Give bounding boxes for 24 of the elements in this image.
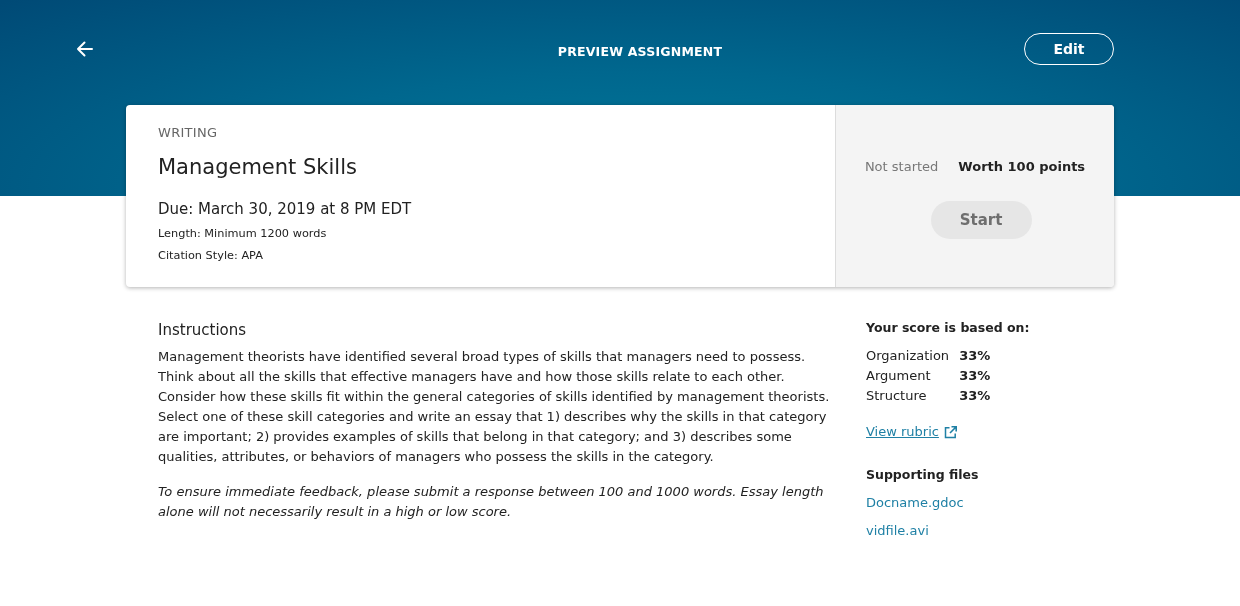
external-link-icon <box>943 425 957 439</box>
instructions-text: Management theorists have identified several broad types of skills that managers need to possess. Think about all the skills that effective managers have and how those skills relate to each other. Consider how these skills fit within the general categories of skills identified by management theorists. Select one of these skill categories and write an essay that 1) describes why the skills in that category are important; 2) provides examples of skills that belong in that category; and 3) describes some qualities, attributes, or behaviors of managers who possess the skills in the category. <box>158 348 830 466</box>
points-text: Worth 100 points <box>958 158 1086 176</box>
instructions-note: To ensure immediate feedback, please submit a response between 100 and 1000 words. Essay length alone will not necessarily result in a high or low score. <box>158 483 825 521</box>
due-date: Due: March 30, 2019 at 8 PM EDT <box>158 199 413 220</box>
criterion-name: Organization <box>866 347 950 365</box>
file-link[interactable]: vidfile.avi <box>866 517 1114 545</box>
file-link[interactable]: Docname.gdoc <box>866 489 1114 517</box>
assignment-detail: Citation Style: APA <box>158 248 264 264</box>
criterion-weight: 33% <box>959 347 991 365</box>
assignment-title: Management Skills <box>158 154 358 181</box>
status-text: Not started <box>864 158 939 176</box>
assignment-detail: Length: Minimum 1200 words <box>158 226 328 242</box>
page-title: PREVIEW ASSIGNMENT <box>557 42 723 61</box>
criterion-name: Structure <box>866 387 928 405</box>
category-label: WRITING <box>158 124 219 142</box>
rubric-link[interactable]: View rubric <box>866 422 957 442</box>
instructions-heading: Instructions <box>158 320 248 341</box>
criterion-weight: 33% <box>959 367 991 385</box>
criterion-name: Argument <box>866 367 932 385</box>
back-arrow-icon[interactable] <box>76 41 93 57</box>
score-heading: Your score is based on: <box>866 319 1031 337</box>
criterion-weight: 33% <box>959 387 991 405</box>
supporting-files-heading: Supporting files <box>866 466 980 484</box>
